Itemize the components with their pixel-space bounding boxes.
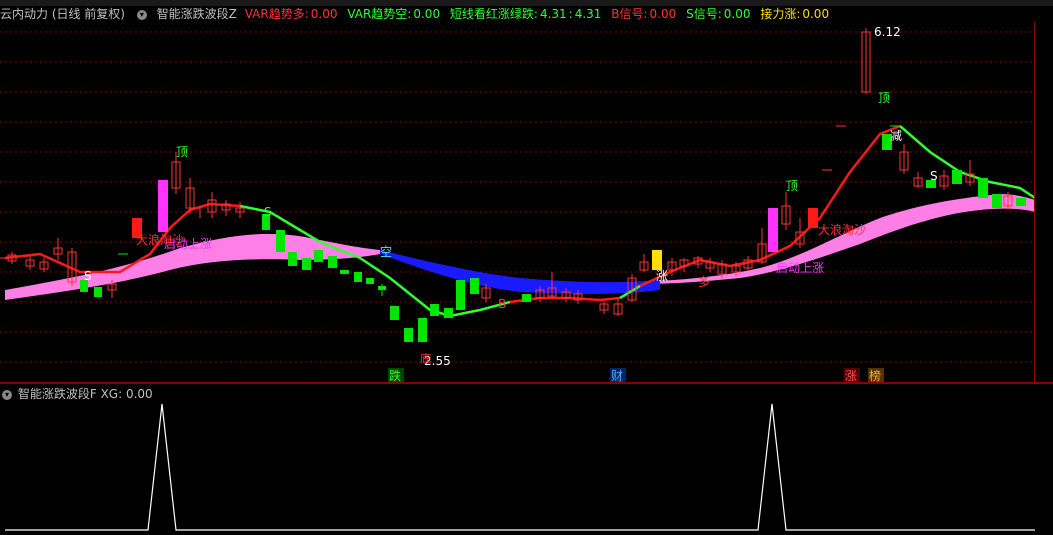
trend-line-green-3 [899,125,1035,200]
relay-rise-label: 接力涨: [760,7,801,21]
xg-label: XG: [100,387,123,401]
candle[interactable] [470,278,479,294]
indicator-name[interactable]: 智能涨跌波段Z [157,7,237,21]
indicator-expand-icon[interactable]: ▾ [136,9,147,20]
candle[interactable] [456,280,465,310]
candle[interactable] [522,294,531,302]
empty-label: 空 [380,245,392,259]
var-up-label: VAR趋势多: [244,7,309,21]
price-grid [0,31,1035,363]
candle[interactable] [158,180,168,232]
fall-tag: 跌 [389,368,401,382]
candle[interactable] [276,230,285,252]
candle[interactable] [378,286,386,290]
xg-signal-line [5,403,1035,531]
trend-line-green [239,204,511,318]
sub-indicator-title-bar: ▾ 智能涨跌波段F XG: 0.00 [0,386,153,402]
candle[interactable] [340,270,349,274]
candle[interactable] [992,194,1002,208]
stock-name[interactable]: 云内动力 (日线 前复权) [0,7,125,21]
candle[interactable] [404,328,413,342]
short-trend-label: 短线看红涨绿跌: [449,7,538,21]
candle[interactable] [768,208,778,252]
s-signal-value: 0.00 [723,7,751,21]
list-tag: 榜 [869,368,881,382]
b-signal-value: 0.00 [649,7,677,21]
candle[interactable] [94,287,102,297]
rise-tag-label: 涨 [656,268,668,283]
xg-value: 0.00 [125,387,153,401]
candlestick-chart[interactable]: 6.12 2.55 顶 顶 顶 减 空 涨 多 启动上涨 启动上涨 大浪淘沙 大… [0,22,1035,382]
var-down-label: VAR趋势空: [347,7,412,21]
candle[interactable] [390,306,399,320]
short-trend-sep: : [568,7,573,21]
start-up-label-2: 启动上涨 [776,260,824,275]
candle[interactable] [328,256,337,268]
top-label-3: 顶 [878,91,890,105]
rise-tag: 涨 [845,368,857,382]
panel-divider[interactable] [0,382,1053,384]
high-price-label: 6.12 [874,25,901,39]
wealth-tag: 财 [611,369,623,382]
b-signal-label: B信号: [611,7,648,21]
candle[interactable] [302,258,311,270]
s-signal-marker-2: S [264,205,272,219]
candle[interactable] [430,304,439,316]
sub-indicator-name[interactable]: 智能涨跌波段F [18,387,97,401]
sub-indicator-expand-icon[interactable]: ▾ [2,389,12,400]
candle[interactable] [1016,198,1026,206]
b-signal-marker: B [498,297,506,311]
var-up-value: 0.00 [310,7,338,21]
relay-rise-value: 0.00 [802,7,830,21]
trend-line-red-3 [639,124,901,288]
candle[interactable] [978,178,988,198]
candle[interactable] [288,252,297,266]
right-price-axis [1034,22,1053,382]
candle[interactable] [444,308,453,318]
candle[interactable] [314,250,323,262]
short-trend-value-1: 4.31 [539,7,567,21]
s-signal-marker-1: S [84,269,92,283]
candles[interactable] [7,28,1026,342]
xg-signal-chart[interactable] [0,402,1035,535]
reduce-label: 减 [890,129,902,143]
top-label-2: 顶 [786,179,798,193]
short-trend-value-2: 4.31 [574,7,602,21]
big-wave-label-2: 大浪淘沙 [818,222,866,237]
s-signal-marker-3: S [930,169,938,183]
candle[interactable] [808,208,818,228]
s-signal-label: S信号: [686,7,722,21]
candle[interactable] [354,272,362,282]
big-wave-label-1: 大浪淘沙 [136,232,184,247]
top-label-1: 顶 [176,145,188,159]
candle[interactable] [952,170,962,184]
candle[interactable] [652,250,662,270]
candle[interactable] [366,278,374,284]
pink-trend-band-right [640,194,1035,284]
multi-label: 多 [698,275,710,289]
main-chart-title-bar: 云内动力 (日线 前复权) ▾ 智能涨跌波段Z VAR趋势多: 0.00 VAR趋… [0,6,835,22]
var-down-value: 0.00 [413,7,441,21]
bottom-tags: 跌 财 涨 榜 [388,368,884,382]
candle[interactable] [418,318,427,342]
bottom-marker: 底 [420,351,431,365]
